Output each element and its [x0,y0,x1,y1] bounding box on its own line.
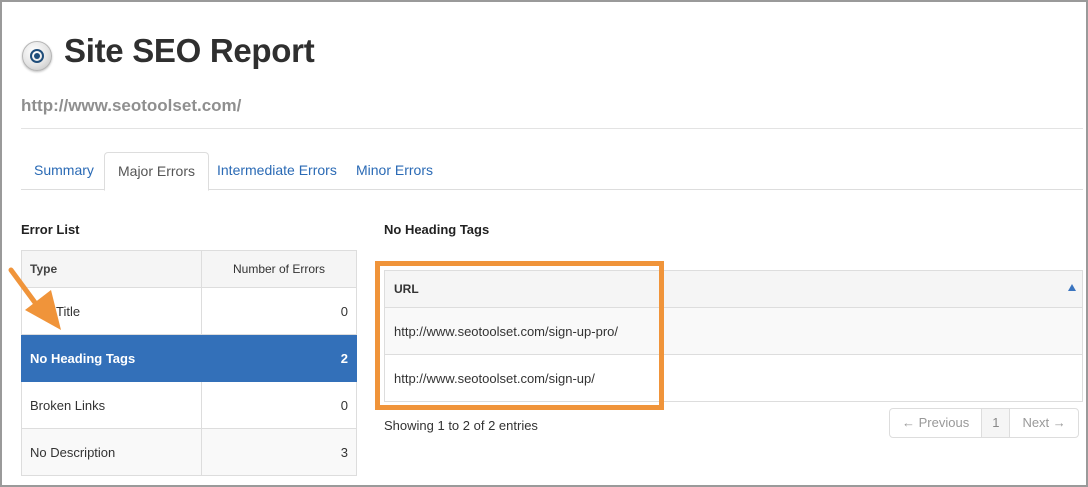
pagination: ← Previous 1 Next → [889,408,1079,438]
url-cell: http://www.seotoolset.com/sign-up/ [384,354,1083,402]
table-row[interactable]: No Description 3 [21,428,357,476]
table-header-row: Type Number of Errors [21,250,357,288]
next-button[interactable]: Next → [1010,409,1077,437]
error-count: 2 [201,334,357,382]
error-count: 0 [201,287,357,335]
tab-major-errors[interactable]: Major Errors [104,152,210,191]
target-icon [22,41,52,71]
url-table: URL http://www.seotoolset.com/sign-up-pr… [384,270,1083,402]
tab-summary[interactable]: Summary [21,152,107,190]
table-row: http://www.seotoolset.com/sign-up/ [384,354,1083,402]
header-divider [21,128,1083,129]
url-cell: http://www.seotoolset.com/sign-up-pro/ [384,307,1083,355]
tab-intermediate-errors[interactable]: Intermediate Errors [204,152,350,190]
table-row[interactable]: Broken Links 0 [21,381,357,429]
error-type: No Heading Tags [21,334,202,382]
tab-minor-errors[interactable]: Minor Errors [343,152,446,190]
error-list-heading: Error List [21,222,80,237]
error-list-table: Type Number of Errors Title 0 No Heading… [21,250,357,476]
table-row-selected[interactable]: No Heading Tags 2 [21,334,357,382]
column-number-of-errors[interactable]: Number of Errors [201,250,357,288]
error-type: Title [21,287,202,335]
table-row[interactable]: Title 0 [21,287,357,335]
site-url: http://www.seotoolset.com/ [21,96,242,115]
page-1-button[interactable]: 1 [981,409,1011,437]
column-type[interactable]: Type [21,250,202,288]
column-url-label: URL [394,282,419,296]
entries-info: Showing 1 to 2 of 2 entries [384,418,538,433]
error-type: No Description [21,428,202,476]
table-header-row: URL [384,270,1083,308]
error-count: 3 [201,428,357,476]
error-type: Broken Links [21,381,202,429]
column-url[interactable]: URL [384,270,1083,308]
table-row: http://www.seotoolset.com/sign-up-pro/ [384,307,1083,355]
page-title: Site SEO Report [64,32,315,69]
detail-heading: No Heading Tags [384,222,490,237]
error-count: 0 [201,381,357,429]
previous-button[interactable]: ← Previous [890,409,981,437]
sort-ascending-icon[interactable] [1068,284,1076,291]
report-tabs: Summary Major Errors Intermediate Errors… [21,152,1083,191]
